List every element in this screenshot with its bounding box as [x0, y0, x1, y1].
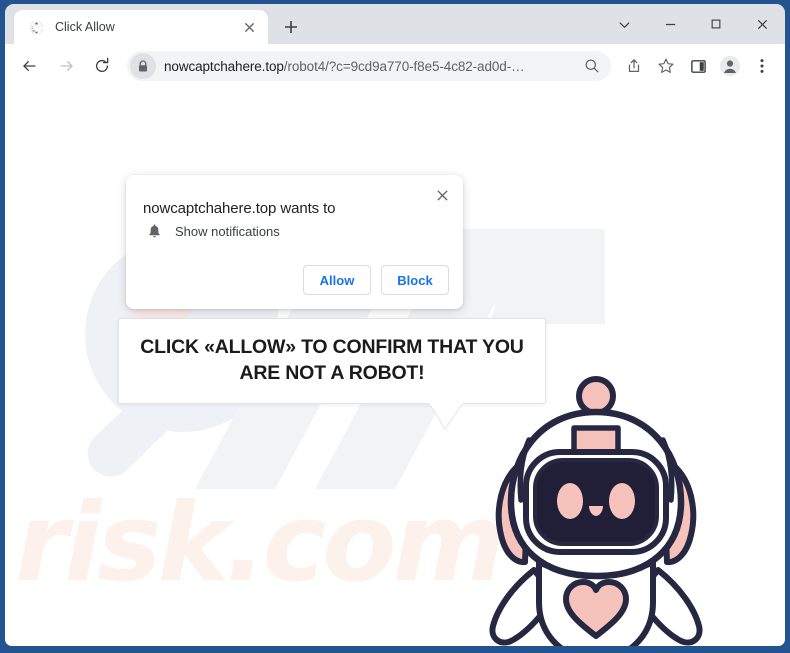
back-arrow-icon[interactable]: [15, 51, 45, 81]
star-icon[interactable]: [651, 51, 681, 81]
new-tab-button[interactable]: [277, 13, 305, 41]
share-icon[interactable]: [619, 51, 649, 81]
tab-strip: Click Allow: [5, 4, 785, 44]
profile-avatar-icon[interactable]: [715, 51, 745, 81]
chrome-window: Click Allow nowcaptchahere.top/robot4/?c…: [5, 4, 785, 646]
lock-icon[interactable]: [130, 53, 156, 79]
tab-close-icon[interactable]: [239, 17, 259, 37]
minimize-icon[interactable]: [647, 7, 693, 41]
url-path: /robot4/?c=9cd9a770-f8e5-4c82-ad0d-…: [283, 58, 525, 74]
speech-bubble: CLICK «ALLOW» TO CONFIRM THAT YOU ARE NO…: [118, 318, 546, 404]
notification-permission-dialog: nowcaptchahere.top wants to Show notific…: [126, 175, 463, 309]
side-panel-icon[interactable]: [683, 51, 713, 81]
dialog-title: nowcaptchahere.top wants to: [143, 200, 336, 217]
permission-row: Show notifications: [143, 223, 280, 239]
address-bar[interactable]: nowcaptchahere.top/robot4/?c=9cd9a770-f8…: [127, 51, 611, 81]
tab-search-chevron-icon[interactable]: [601, 7, 647, 41]
window-controls: [601, 4, 785, 44]
browser-tab[interactable]: Click Allow: [14, 10, 268, 44]
speech-line-2: ARE NOT A ROBOT!: [239, 362, 425, 384]
watermark-text: risk.com: [15, 481, 505, 606]
allow-button[interactable]: Allow: [303, 265, 371, 295]
url-text: nowcaptchahere.top/robot4/?c=9cd9a770-f8…: [164, 59, 579, 74]
bell-icon: [143, 223, 165, 239]
maximize-icon[interactable]: [693, 7, 739, 41]
url-host: nowcaptchahere.top: [164, 58, 284, 74]
search-icon[interactable]: [579, 53, 605, 79]
close-icon[interactable]: [739, 7, 785, 41]
dialog-close-icon[interactable]: [429, 182, 455, 208]
tab-title: Click Allow: [55, 20, 115, 34]
block-button[interactable]: Block: [381, 265, 449, 295]
three-dot-menu-icon[interactable]: [747, 51, 777, 81]
speech-bubble-tail: [428, 401, 469, 431]
page-viewport: risk.com CLICK «ALLOW» TO CONFIRM THAT Y…: [5, 89, 785, 646]
speech-bubble-text: CLICK «ALLOW» TO CONFIRM THAT YOU ARE NO…: [140, 335, 524, 386]
globe-icon: [28, 19, 44, 35]
speech-line-1: CLICK «ALLOW» TO CONFIRM THAT YOU: [140, 336, 524, 359]
browser-toolbar: nowcaptchahere.top/robot4/?c=9cd9a770-f8…: [5, 44, 785, 89]
robot-mascot: [471, 370, 721, 646]
forward-arrow-icon: [51, 51, 81, 81]
reload-icon[interactable]: [87, 51, 117, 81]
dialog-actions: Allow Block: [303, 265, 449, 295]
permission-label: Show notifications: [175, 223, 280, 239]
browser-window-frame: Click Allow nowcaptchahere.top/robot4/?c…: [0, 0, 790, 653]
